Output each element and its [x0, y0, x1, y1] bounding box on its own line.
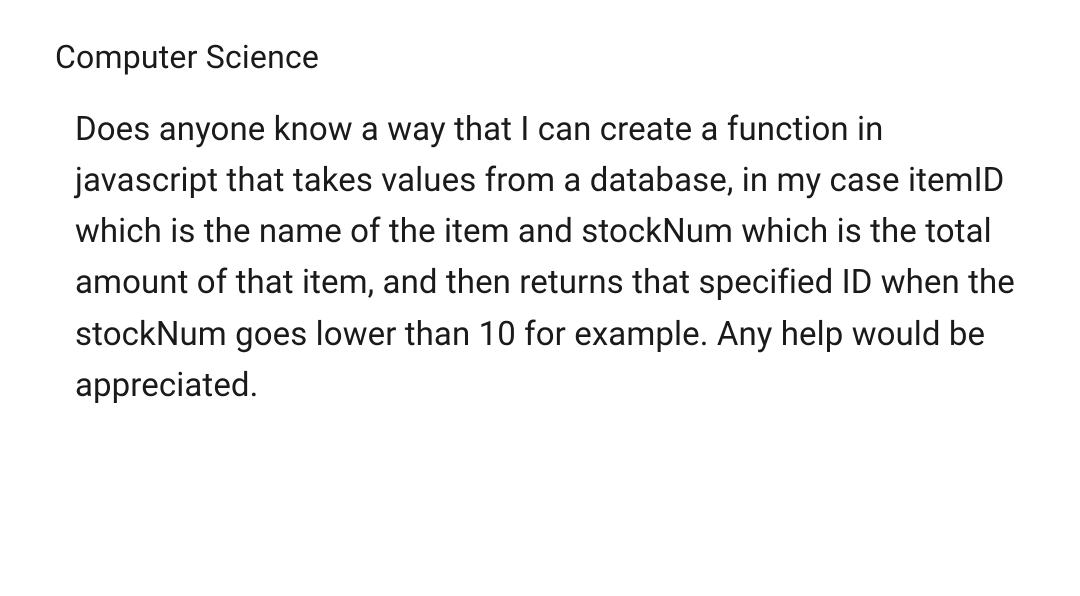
- category-heading: Computer Science: [55, 38, 1030, 76]
- question-body: Does anyone know a way that I can create…: [55, 104, 1030, 411]
